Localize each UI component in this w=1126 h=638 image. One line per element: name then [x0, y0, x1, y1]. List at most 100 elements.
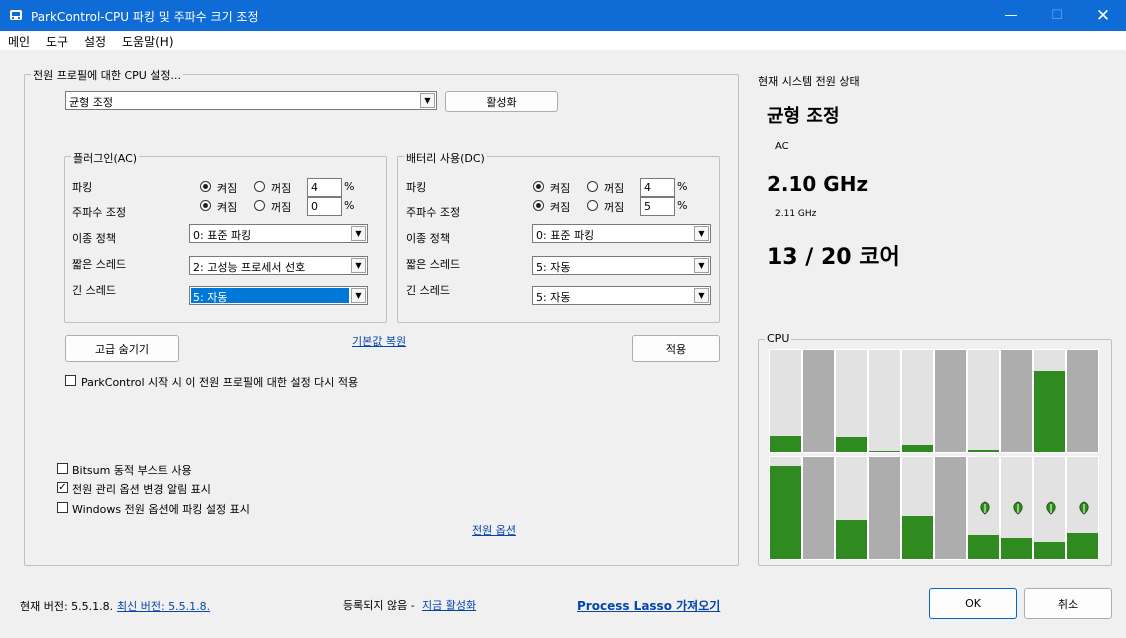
cpu-group-title: CPU [765, 332, 792, 345]
cpu-core-load-bar [836, 437, 867, 452]
ac-short-value: 2: 고성능 프로세서 선호 [193, 261, 306, 274]
dc-hetero-select[interactable]: 0: 표준 파킹 ▼ [532, 224, 711, 243]
dc-parking-off-label: 꺼짐 [604, 182, 625, 195]
activate-button[interactable]: 활성화 [445, 91, 558, 112]
ac-parking-off-radio[interactable] [254, 181, 265, 192]
menu-help[interactable]: 도움말(H) [122, 33, 174, 50]
power-options-link[interactable]: 전원 옵션 [472, 522, 516, 538]
minimize-button[interactable]: — [988, 0, 1034, 31]
status-plan: 균형 조정 [767, 106, 840, 127]
process-lasso-link[interactable]: Process Lasso 가져오기 [577, 597, 720, 614]
cpu-core-cell [1066, 349, 1099, 453]
status-source: AC [775, 141, 789, 152]
restore-defaults-link[interactable]: 기본값 복원 [352, 333, 406, 349]
cpu-core-cell [901, 349, 934, 453]
dc-freq-off-radio[interactable] [587, 200, 598, 211]
cpu-core-grid [769, 349, 1101, 560]
cpu-core-cell [1066, 456, 1099, 560]
leaf-icon [1077, 501, 1091, 515]
ac-short-select[interactable]: 2: 고성능 프로세서 선호 ▼ [189, 256, 368, 275]
ac-parking-percent-sign: % [344, 180, 355, 193]
dc-hetero-value: 0: 표준 파킹 [536, 229, 595, 242]
activate-now-link[interactable]: 지금 활성화 [422, 597, 476, 613]
dc-long-label: 긴 스레드 [406, 284, 450, 297]
chevron-down-icon: ▼ [694, 226, 709, 241]
dc-parking-on-radio[interactable] [533, 181, 544, 192]
dc-long-select[interactable]: 5: 자동 ▼ [532, 286, 711, 305]
dc-long-value: 5: 자동 [536, 291, 571, 304]
status-frequency-detail: 2.11 GHz [775, 209, 817, 219]
cpu-core-load-bar [869, 451, 900, 452]
ac-group-title: 플러그인(AC) [71, 150, 140, 166]
bitsum-boost-checkbox[interactable] [57, 463, 68, 474]
power-profile-value: 균형 조정 [69, 96, 113, 109]
menu-bar: 메인 도구 설정 도움말(H) [0, 31, 1126, 50]
cpu-core-cell [901, 456, 934, 560]
power-profile-group-title: 전원 프로필에 대한 CPU 설정... [31, 67, 184, 83]
chevron-down-icon: ▼ [694, 288, 709, 303]
ac-long-value: 5: 자동 [191, 288, 349, 304]
title-bar: ParkControl-CPU 파킹 및 주파수 크기 조정 — ☐ ✕ [0, 0, 1126, 31]
ac-freq-on-label: 켜짐 [217, 201, 238, 214]
ac-parking-on-radio[interactable] [200, 181, 211, 192]
cpu-core-cell [835, 349, 868, 453]
leaf-icon [978, 501, 992, 515]
cpu-core-load-bar [902, 445, 933, 452]
menu-settings[interactable]: 설정 [84, 33, 106, 50]
bitsum-boost-label: Bitsum 동적 부스트 사용 [72, 464, 192, 477]
dc-short-select[interactable]: 5: 자동 ▼ [532, 256, 711, 275]
cpu-core-load-bar [836, 520, 867, 559]
ac-freq-on-radio[interactable] [200, 200, 211, 211]
power-profile-select[interactable]: 균형 조정 ▼ [65, 91, 437, 110]
cpu-core-cell [1000, 349, 1033, 453]
dc-hetero-label: 이종 정책 [406, 232, 450, 245]
cpu-core-cell [835, 456, 868, 560]
ac-short-label: 짧은 스레드 [72, 258, 127, 271]
cpu-core-load-bar [770, 466, 801, 559]
cpu-core-load-bar [968, 535, 999, 559]
status-frequency: 2.10 GHz [767, 172, 869, 196]
dc-parking-off-radio[interactable] [587, 181, 598, 192]
ac-freq-percent-input[interactable]: 0 [307, 197, 342, 216]
menu-tools[interactable]: 도구 [46, 33, 68, 50]
latest-version-link[interactable]: 최신 버전: 5.5.1.8. [117, 598, 210, 614]
reapply-startup-checkbox[interactable] [65, 375, 76, 386]
cpu-core-cell [1033, 456, 1066, 560]
dc-parking-on-label: 켜짐 [550, 182, 571, 195]
cpu-core-load-bar [1067, 533, 1098, 559]
apply-button[interactable]: 적용 [632, 335, 720, 362]
cpu-core-cell [1000, 456, 1033, 560]
reapply-startup-label: ParkControl 시작 시 이 전원 프로필에 대한 설정 다시 적용 [81, 376, 359, 389]
ac-hetero-select[interactable]: 0: 표준 파킹 ▼ [189, 224, 368, 243]
dc-freq-percent-input[interactable]: 5 [640, 197, 675, 216]
show-in-windows-checkbox[interactable] [57, 502, 68, 513]
ac-parking-off-label: 꺼짐 [271, 182, 292, 195]
maximize-button[interactable]: ☐ [1034, 0, 1080, 31]
ac-parking-label: 파킹 [72, 181, 93, 194]
cpu-core-load-bar [1034, 371, 1065, 452]
ok-button[interactable]: OK [929, 588, 1017, 619]
ac-freq-label: 주파수 조정 [72, 206, 127, 219]
leaf-icon [1011, 501, 1025, 515]
ac-freq-off-radio[interactable] [254, 200, 265, 211]
dc-freq-on-radio[interactable] [533, 200, 544, 211]
dc-short-value: 5: 자동 [536, 261, 571, 274]
app-icon [9, 8, 23, 22]
current-version-label: 현재 버전: 5.5.1.8. [20, 600, 114, 613]
dc-parking-percent-input[interactable]: 4 [640, 178, 675, 197]
chevron-down-icon: ▼ [351, 258, 366, 273]
chevron-down-icon: ▼ [420, 93, 435, 108]
notify-power-change-checkbox[interactable]: ✓ [57, 482, 68, 493]
hide-advanced-button[interactable]: 고급 숨기기 [65, 335, 179, 362]
cancel-button[interactable]: 취소 [1024, 588, 1112, 619]
cpu-core-cell [868, 349, 901, 453]
close-button[interactable]: ✕ [1080, 0, 1126, 31]
unregistered-label: 등록되지 않음 - [343, 599, 415, 612]
dc-freq-on-label: 켜짐 [550, 201, 571, 214]
ac-long-select[interactable]: 5: 자동 ▼ [189, 286, 368, 305]
dc-short-label: 짧은 스레드 [406, 258, 461, 271]
menu-main[interactable]: 메인 [8, 33, 30, 50]
chevron-down-icon: ▼ [351, 288, 366, 303]
status-cores: 13 / 20 코어 [767, 245, 900, 270]
ac-parking-percent-input[interactable]: 4 [307, 178, 342, 197]
